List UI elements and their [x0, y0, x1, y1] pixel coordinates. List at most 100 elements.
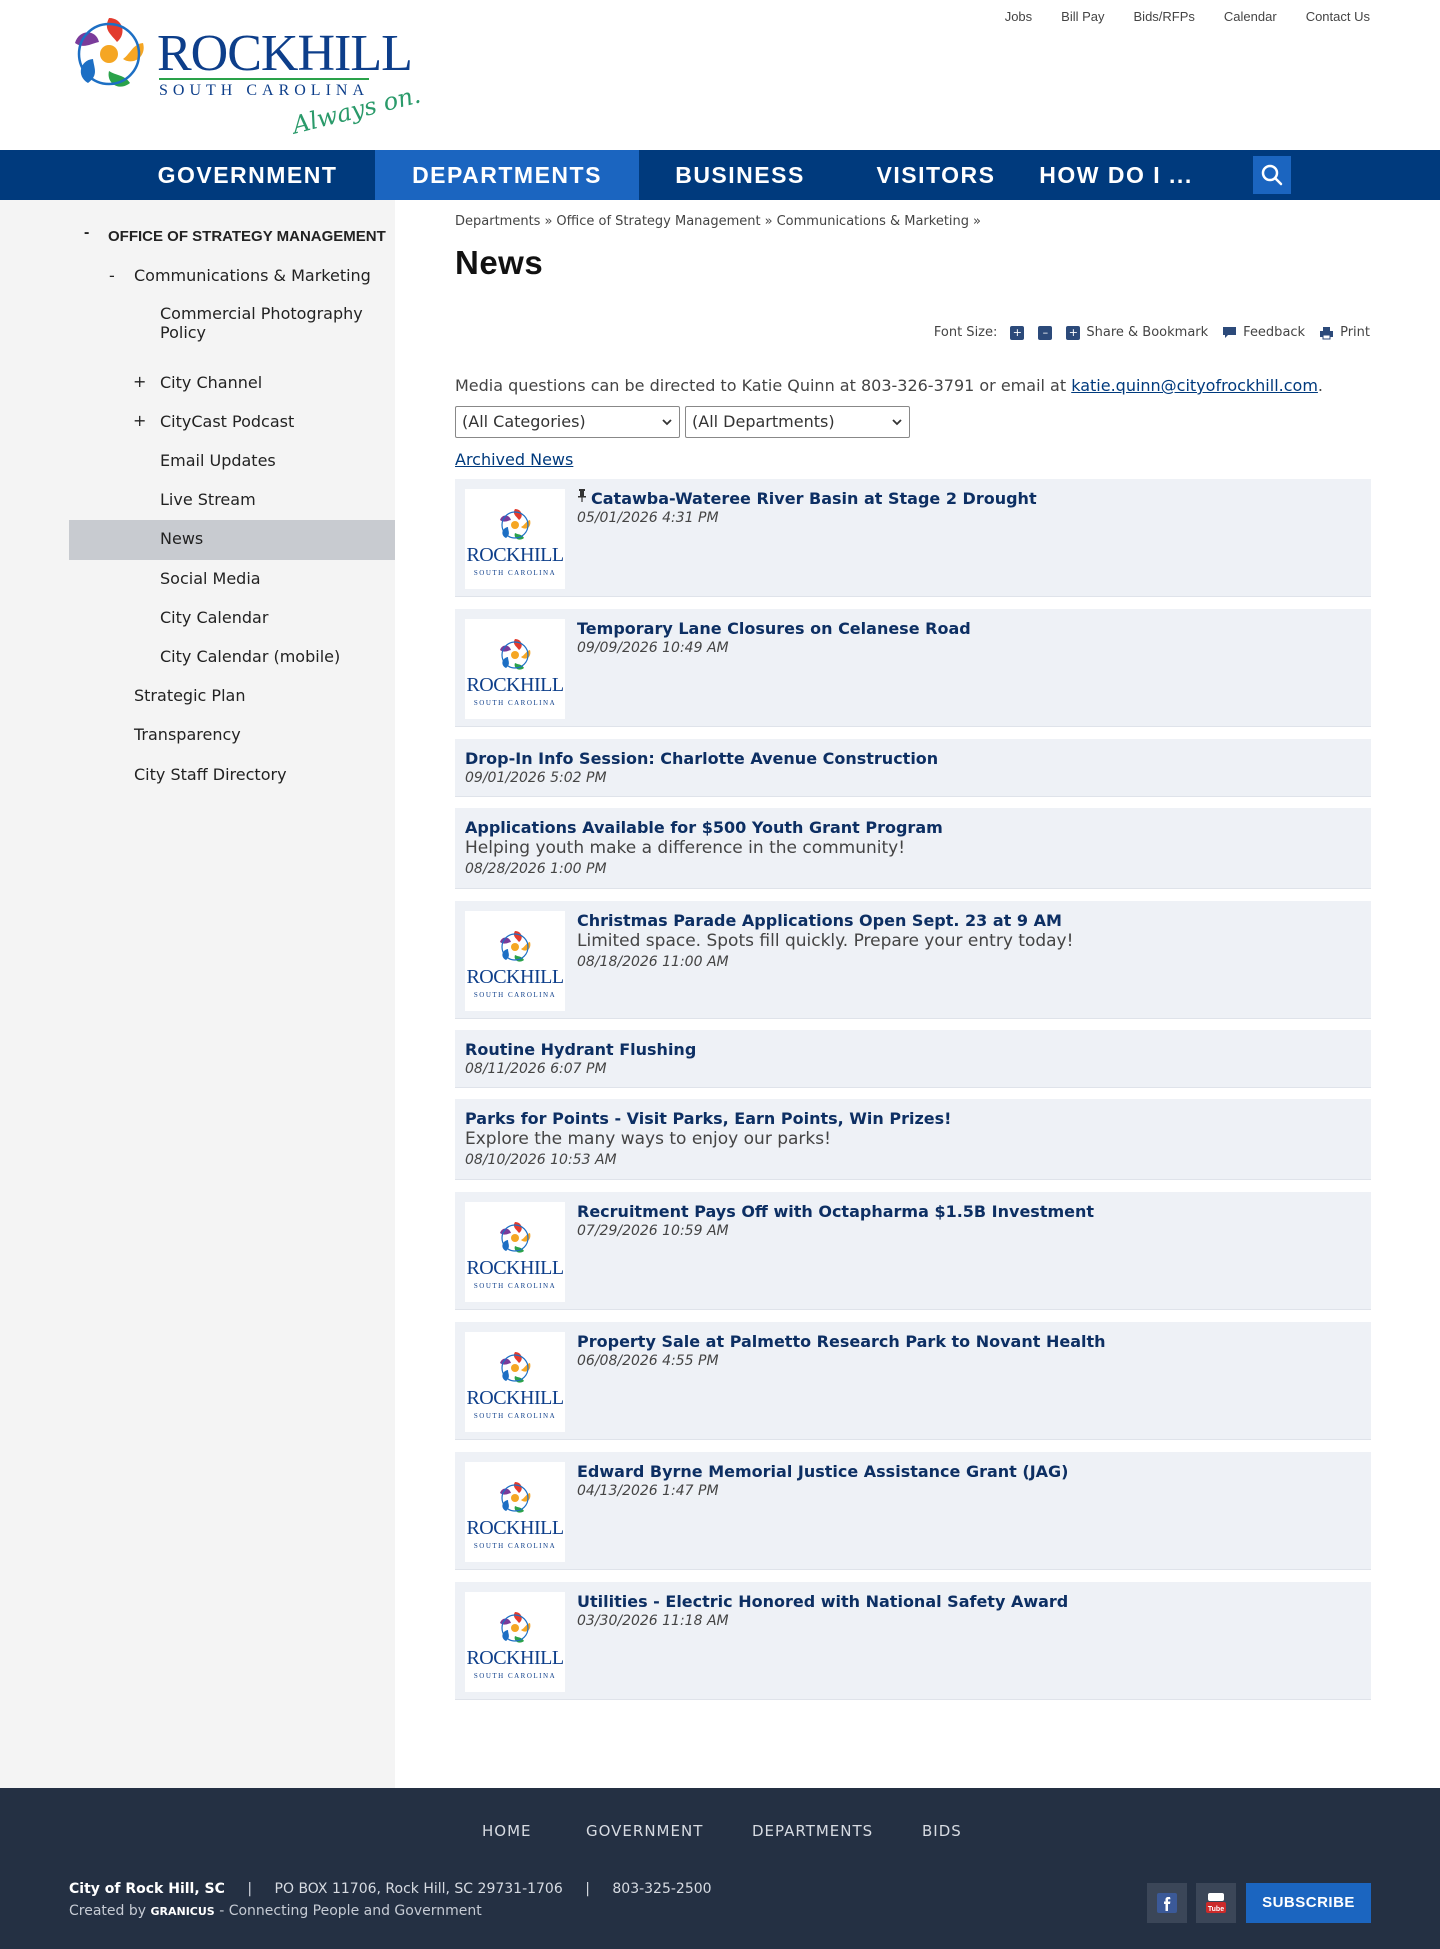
sidebar-item-live-stream[interactable]: Live Stream [69, 490, 395, 512]
news-title-link[interactable]: Routine Hydrant Flushing [465, 1040, 696, 1059]
utility-link-contact-us[interactable]: Contact Us [1306, 9, 1370, 24]
news-title-link[interactable]: Applications Available for $500 Youth Gr… [465, 818, 943, 837]
news-item[interactable]: ROCKHILL SOUTH CAROLINA Edward Byrne Memor… [455, 1452, 1371, 1570]
nav-departments[interactable]: DEPARTMENTS [375, 150, 639, 200]
thumbnail-wordmark: ROCKHILL [466, 1517, 564, 1539]
news-thumbnail[interactable]: ROCKHILL SOUTH CAROLINA [465, 489, 565, 589]
news-date: 09/09/2026 10:49 AM [577, 640, 729, 656]
sidebar-item-transparency[interactable]: Transparency [69, 725, 395, 747]
sidebar-item-label: City Channel [160, 373, 263, 392]
sidebar-item-commercial-photography-policy[interactable]: Commercial Photography Policy [69, 304, 395, 344]
sidebar-item-communications[interactable]: - Communications & Marketing [69, 266, 395, 288]
news-title-link[interactable]: Drop-In Info Session: Charlotte Avenue C… [465, 749, 938, 768]
footer-link-home[interactable]: HOME [482, 1822, 532, 1840]
sidebar-item-city-calendar-mobile-[interactable]: City Calendar (mobile) [69, 647, 395, 669]
news-title-link[interactable]: Temporary Lane Closures on Celanese Road [577, 619, 971, 638]
news-item[interactable]: Drop-In Info Session: Charlotte Avenue C… [455, 739, 1371, 797]
news-thumbnail[interactable]: ROCKHILL SOUTH CAROLINA [465, 911, 565, 1011]
collapse-toggle[interactable]: - [84, 224, 89, 242]
footer-link-government[interactable]: GOVERNMENT [586, 1822, 703, 1840]
news-thumbnail[interactable]: ROCKHILL SOUTH CAROLINA [465, 1592, 565, 1692]
news-thumbnail[interactable]: ROCKHILL SOUTH CAROLINA [465, 1462, 565, 1562]
footer-link-departments[interactable]: DEPARTMENTS [752, 1822, 873, 1840]
intro-text: Media questions can be directed to Katie… [455, 376, 1067, 395]
feedback-icon [1223, 327, 1237, 338]
news-item[interactable]: Parks for Points - Visit Parks, Earn Poi… [455, 1099, 1371, 1180]
font-decrease-button[interactable]: – [1038, 325, 1053, 340]
news-item[interactable]: ROCKHILL SOUTH CAROLINA Christmas Parade A… [455, 901, 1371, 1019]
sidebar-item-label: City Calendar (mobile) [160, 647, 341, 666]
sidebar-item-label: City Staff Directory [134, 765, 287, 784]
search-button[interactable] [1253, 156, 1291, 194]
news-title-link[interactable]: Christmas Parade Applications Open Sept.… [577, 911, 1062, 930]
nav-how-do-i[interactable]: HOW DO I ... [1030, 150, 1202, 200]
collapse-toggle[interactable]: - [109, 266, 115, 285]
news-item[interactable]: ROCKHILL SOUTH CAROLINA Utilities - Electr… [455, 1582, 1371, 1700]
sidebar-item-label: OFFICE OF STRATEGY MANAGEMENT [108, 228, 386, 245]
news-title-link[interactable]: Parks for Points - Visit Parks, Earn Poi… [465, 1109, 951, 1128]
department-select[interactable]: (All Departments) [685, 406, 910, 438]
footer-phone: 803-325-2500 [612, 1881, 712, 1897]
facebook-link[interactable] [1147, 1883, 1187, 1923]
news-item[interactable]: ROCKHILL SOUTH CAROLINA Property Sale at P… [455, 1322, 1371, 1440]
sidebar-item-strategic-plan[interactable]: Strategic Plan [69, 686, 395, 708]
news-item[interactable]: ROCKHILL SOUTH CAROLINA Temporary Lane Clo… [455, 609, 1371, 727]
utility-link-calendar[interactable]: Calendar [1224, 9, 1277, 24]
category-select[interactable]: (All Categories) [455, 406, 680, 438]
sidebar-item-city-staff-directory[interactable]: City Staff Directory [69, 765, 395, 787]
page-title: News [455, 244, 544, 281]
sidebar-item-label: Social Media [160, 569, 261, 588]
youtube-icon: Tube [1206, 1893, 1226, 1913]
utility-link-jobs[interactable]: Jobs [1005, 9, 1032, 24]
share-bookmark-link[interactable]: Share & Bookmark [1086, 325, 1208, 340]
granicus-link[interactable]: GRANICUS [150, 1905, 214, 1918]
news-thumbnail[interactable]: ROCKHILL SOUTH CAROLINA [465, 1332, 565, 1432]
news-title-link[interactable]: Recruitment Pays Off with Octapharma $1.… [577, 1202, 1094, 1221]
feedback-link[interactable]: Feedback [1243, 325, 1305, 340]
contact-email-link[interactable]: katie.quinn@cityofrockhill.com [1071, 376, 1318, 395]
thumbnail-state: SOUTH CAROLINA [473, 1542, 557, 1550]
news-title-link[interactable]: Property Sale at Palmetto Research Park … [577, 1332, 1106, 1351]
news-item[interactable]: Routine Hydrant Flushing 08/11/2026 6:07 … [455, 1030, 1371, 1088]
news-item[interactable]: ROCKHILL SOUTH CAROLINA Recruitment Pays O… [455, 1192, 1371, 1310]
print-link[interactable]: Print [1340, 325, 1370, 340]
footer-link-bids[interactable]: BIDS [922, 1822, 962, 1840]
news-date: 08/28/2026 1:00 PM [465, 861, 607, 877]
print-icon [1320, 326, 1334, 339]
breadcrumb-link[interactable]: Communications & Marketing [777, 214, 969, 229]
nav-government[interactable]: GOVERNMENT [144, 150, 351, 200]
news-date: 05/01/2026 4:31 PM [577, 510, 719, 526]
breadcrumb-link[interactable]: Departments [455, 214, 540, 229]
sidebar-item-social-media[interactable]: Social Media [69, 569, 395, 591]
youtube-link[interactable]: Tube [1196, 1883, 1236, 1923]
sidebar-item-city-channel[interactable]: + City Channel [69, 372, 395, 395]
sidebar-item-citycast-podcast[interactable]: + CityCast Podcast [69, 411, 395, 434]
utility-link-bill-pay[interactable]: Bill Pay [1061, 9, 1104, 24]
expand-toggle[interactable]: + [133, 411, 146, 430]
nav-visitors[interactable]: VISITORS [862, 150, 1010, 200]
utility-link-bids-rfps[interactable]: Bids/RFPs [1134, 9, 1195, 24]
archived-news-link[interactable]: Archived News [455, 450, 573, 469]
breadcrumb-separator: » [764, 214, 773, 229]
sidebar-item-email-updates[interactable]: Email Updates [69, 451, 395, 473]
sidebar-item-strategy-management[interactable]: - OFFICE OF STRATEGY MANAGEMENT [69, 224, 395, 248]
sidebar-item-label: CityCast Podcast [160, 412, 295, 431]
city-logo[interactable]: ROCKHILL SOUTH CAROLINA Always on. [69, 14, 429, 139]
logo-wordmark: ROCKHILL [157, 25, 413, 82]
sidebar-item-news[interactable]: News [69, 520, 395, 560]
news-date: 09/01/2026 5:02 PM [465, 770, 607, 786]
news-thumbnail[interactable]: ROCKHILL SOUTH CAROLINA [465, 1202, 565, 1302]
expand-toggle[interactable]: + [133, 372, 146, 391]
news-title-link[interactable]: Utilities - Electric Honored with Nation… [577, 1592, 1068, 1611]
subscribe-button[interactable]: SUBSCRIBE [1246, 1883, 1371, 1923]
news-thumbnail[interactable]: ROCKHILL SOUTH CAROLINA [465, 619, 565, 719]
font-increase-button[interactable]: + [1010, 325, 1025, 340]
sidebar-item-city-calendar[interactable]: City Calendar [69, 608, 395, 630]
breadcrumb-link[interactable]: Office of Strategy Management [556, 214, 760, 229]
logo-state: SOUTH CAROLINA [159, 78, 369, 100]
news-item[interactable]: Applications Available for $500 Youth Gr… [455, 808, 1371, 889]
news-title-link[interactable]: Catawba-Wateree River Basin at Stage 2 D… [591, 489, 1037, 508]
news-title-link[interactable]: Edward Byrne Memorial Justice Assistance… [577, 1462, 1068, 1481]
news-item[interactable]: ROCKHILL SOUTH CAROLINA Catawba-Wateree Ri… [455, 479, 1371, 597]
nav-business[interactable]: BUSINESS [660, 150, 820, 200]
